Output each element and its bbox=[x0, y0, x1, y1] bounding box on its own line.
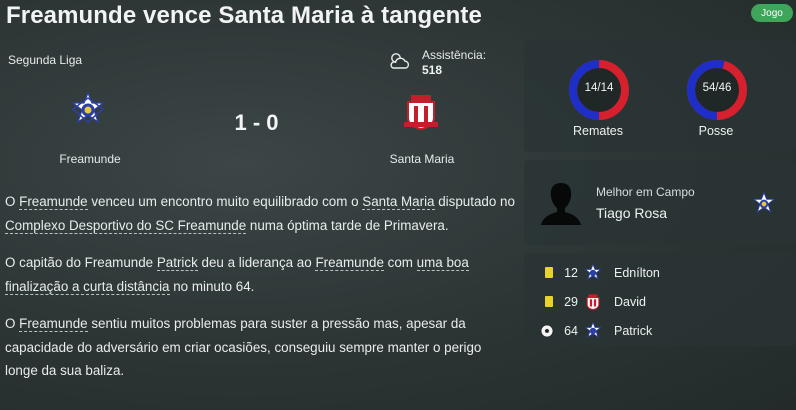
event-row[interactable]: 29 David bbox=[540, 293, 780, 313]
yellow-card-icon bbox=[540, 296, 553, 307]
match-score: 1 - 0 bbox=[234, 110, 279, 135]
jogo-button[interactable]: Jogo bbox=[751, 4, 793, 22]
freamunde-crest-icon[interactable] bbox=[70, 92, 106, 128]
football-icon bbox=[540, 324, 554, 338]
freamunde-crest-icon bbox=[584, 322, 602, 339]
report-paragraph-3: O Freamunde sentiu muitos problemas para… bbox=[5, 316, 482, 378]
motm-caption: Melhor em Campo bbox=[596, 185, 695, 199]
report-paragraph-2: O capitão do Freamunde Patrick deu a lid… bbox=[5, 255, 469, 295]
event-player: Ednílton bbox=[614, 266, 660, 280]
cloudy-icon bbox=[390, 53, 410, 69]
link-freamunde-2[interactable]: Freamunde bbox=[315, 255, 384, 271]
santa-maria-crest-icon[interactable] bbox=[402, 92, 440, 132]
home-team-name[interactable]: Freamunde bbox=[40, 152, 140, 166]
match-title: Freamunde vence Santa Maria à tangente bbox=[6, 2, 482, 29]
event-minute: 12 bbox=[564, 266, 578, 280]
event-player: Patrick bbox=[614, 324, 653, 338]
link-santa-maria[interactable]: Santa Maria bbox=[362, 194, 435, 210]
shots-value: 14/14 bbox=[584, 82, 614, 94]
player-silhouette-icon[interactable] bbox=[540, 181, 582, 225]
motm-player-name[interactable]: Tiago Rosa bbox=[596, 205, 667, 221]
event-minute: 64 bbox=[564, 324, 578, 338]
away-team-name[interactable]: Santa Maria bbox=[372, 152, 472, 166]
attendance-label: Assistência: bbox=[422, 48, 487, 62]
link-freamunde-3[interactable]: Freamunde bbox=[19, 316, 88, 332]
possession-value: 54/46 bbox=[702, 82, 732, 94]
possession-label: Posse bbox=[698, 124, 734, 138]
freamunde-crest-icon bbox=[584, 264, 602, 281]
freamunde-crest-icon bbox=[752, 192, 776, 214]
event-player: David bbox=[614, 295, 646, 309]
yellow-card-icon bbox=[540, 267, 553, 278]
match-report: O Freamunde venceu um encontro muito equ… bbox=[5, 190, 515, 397]
event-row[interactable]: 12 Ednílton bbox=[540, 264, 780, 284]
shots-label: Remates bbox=[572, 124, 624, 138]
link-freamunde[interactable]: Freamunde bbox=[19, 194, 88, 210]
league-name: Segunda Liga bbox=[8, 53, 83, 67]
event-minute: 29 bbox=[564, 295, 578, 309]
match-summary-panel: Segunda Liga Assistência: 518 1 - 0 Frea… bbox=[0, 40, 520, 180]
report-paragraph-1: O Freamunde venceu um encontro muito equ… bbox=[5, 194, 515, 234]
link-patrick[interactable]: Patrick bbox=[156, 255, 198, 271]
event-row[interactable]: 64 Patrick bbox=[540, 322, 780, 342]
santa-maria-crest-icon bbox=[586, 294, 600, 311]
attendance-value: 518 bbox=[422, 63, 443, 77]
link-stadium[interactable]: Complexo Desportivo do SC Freamunde bbox=[5, 217, 247, 234]
